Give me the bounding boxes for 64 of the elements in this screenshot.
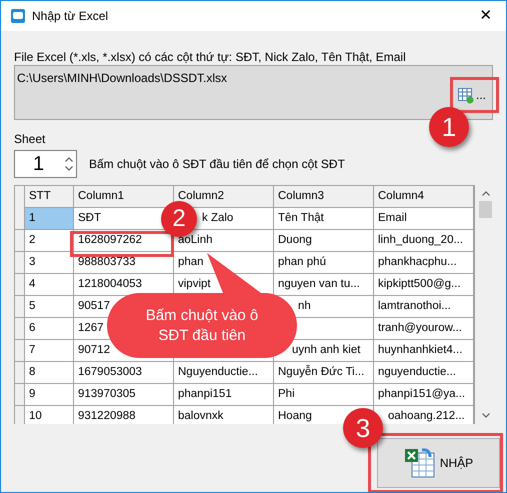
row-header[interactable] — [15, 340, 25, 362]
row-header[interactable] — [15, 274, 25, 296]
sheet-spinner[interactable]: 1 — [14, 150, 77, 178]
table-cell[interactable]: Nguyenductie... — [174, 362, 274, 384]
table-cell[interactable]: 7 — [25, 340, 74, 362]
table-cell[interactable]: aoLinh — [174, 230, 274, 252]
browse-button[interactable]: ... — [458, 86, 486, 104]
row-header[interactable] — [15, 318, 25, 340]
row-header[interactable] — [15, 230, 25, 252]
column-header[interactable]: STT — [25, 186, 74, 208]
table-cell[interactable]: uynh anh kiet — [274, 340, 374, 362]
table-cell[interactable]: 1 — [25, 208, 74, 230]
row-header[interactable] — [15, 384, 25, 406]
row-header[interactable] — [15, 208, 25, 230]
column-header[interactable]: Column3 — [274, 186, 374, 208]
table-cell[interactable]: huynhanhkiet4... — [374, 340, 474, 362]
scroll-thumb[interactable] — [479, 201, 492, 218]
table-cell[interactable]: 6 — [25, 318, 74, 340]
column-header[interactable]: Column1 — [74, 186, 174, 208]
table-cell[interactable]: phankhacphu... — [374, 252, 474, 274]
table-cell[interactable]: phanpi151@ya... — [374, 384, 474, 406]
table-cell[interactable]: Duong — [274, 230, 374, 252]
row-header[interactable] — [15, 252, 25, 274]
table-cell[interactable]: 4 — [25, 274, 74, 296]
app-logo-icon — [10, 8, 26, 24]
excel-import-icon — [404, 447, 436, 479]
table-cell[interactable]: 1679053003 — [74, 362, 174, 384]
close-button[interactable]: ✕ — [466, 1, 506, 31]
row-header[interactable] — [15, 296, 25, 318]
table-cell[interactable]: phanpi151 — [174, 384, 274, 406]
table-cell[interactable]: 2 — [25, 230, 74, 252]
table-cell[interactable]: 1218004053 — [74, 274, 174, 296]
table-cell[interactable]: Phi — [274, 384, 374, 406]
table-cell[interactable]: Nguyễn Đức Ti... — [274, 362, 374, 384]
table-cell[interactable]: 913970305 — [74, 384, 174, 406]
table-cell[interactable]: 931220988 — [74, 406, 174, 424]
window-title: Nhập từ Excel — [32, 8, 108, 25]
table-cell[interactable]: 3 — [25, 252, 74, 274]
table-cell[interactable]: 10 — [25, 406, 74, 424]
table-cell[interactable]: balovnxk — [174, 406, 274, 424]
table-cell[interactable]: 5 — [25, 296, 74, 318]
table-cell[interactable]: kipkiptt500@g... — [374, 274, 474, 296]
column-header[interactable]: Column4 — [374, 186, 474, 208]
table-cell[interactable]: phan phú — [274, 252, 374, 274]
table-cell[interactable]: nguyen van tu... — [274, 274, 374, 296]
table-cell[interactable]: 8 — [25, 362, 74, 384]
step-number-tooltip: 1 — [429, 107, 469, 147]
table-cell[interactable]: phan — [174, 252, 274, 274]
sheet-label: Sheet — [14, 131, 46, 146]
table-cell[interactable]: linh_duong_20... — [374, 230, 474, 252]
table-cell[interactable]: oahoang.212... — [374, 406, 474, 424]
table-cell[interactable]: lamtranothoi... — [374, 296, 474, 318]
table-cell[interactable]: tranh@yourow... — [374, 318, 474, 340]
spreadsheet-add-icon — [458, 88, 474, 104]
scroll-down-icon[interactable] — [482, 413, 490, 418]
row-header[interactable] — [15, 362, 25, 384]
file-label: File Excel (*.xls, *.xlsx) có các cột thứ tự: SĐT, Nick Zalo, Tên Thật, Email — [14, 49, 407, 64]
sheet-hint: Bấm chuột vào ô SĐT đầu tiên để chọn cột SĐT — [89, 156, 345, 173]
table-cell[interactable]: Email — [374, 208, 474, 230]
import-button[interactable]: NHẬP — [377, 438, 500, 488]
table-cell[interactable]: Tên Thật — [274, 208, 374, 230]
scroll-up-icon[interactable] — [482, 191, 490, 196]
table-cell[interactable]: 9 — [25, 384, 74, 406]
table-cell[interactable]: nguyenductie... — [374, 362, 474, 384]
